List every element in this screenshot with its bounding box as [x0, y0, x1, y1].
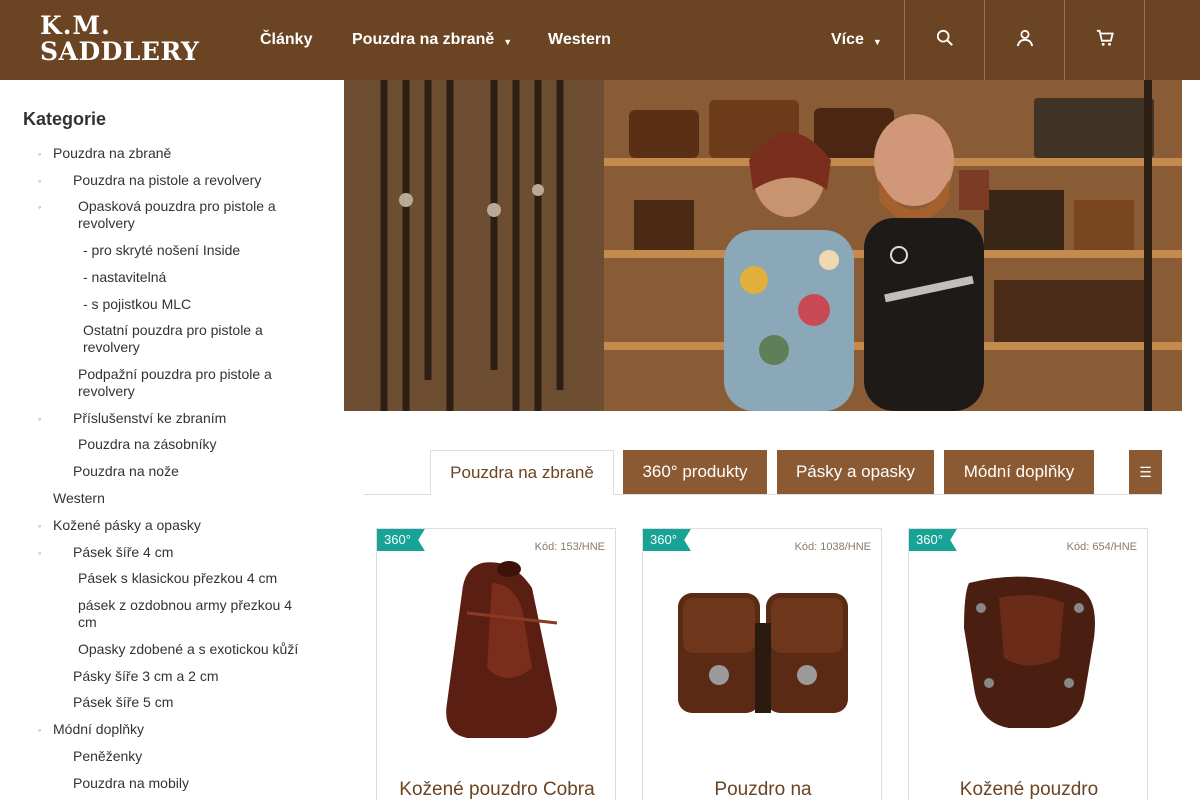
sidebar-item[interactable]: Opasková pouzdra pro pistole a revolvery: [78, 198, 298, 232]
sidebar-item[interactable]: pásek z ozdobnou army přezkou 4 cm: [78, 597, 300, 631]
tab-belts[interactable]: Pásky a opasky: [777, 450, 934, 494]
search-icon: [936, 29, 954, 52]
tab-fashion-accessories[interactable]: Módní doplňky: [944, 450, 1094, 494]
hamburger-icon: ☰: [1139, 463, 1152, 480]
sidebar-item[interactable]: Módní doplňky: [53, 721, 313, 738]
sidebar-item[interactable]: Pásek šíře 4 cm: [73, 544, 313, 561]
sidebar-item[interactable]: Opasky zdobené a s exotickou kůží: [78, 641, 308, 658]
product-card[interactable]: 360° Kód: 654/HNE Kožené pouzdro: [908, 528, 1148, 800]
bullet-icon: ◦: [38, 414, 42, 424]
360-badge: 360°: [643, 529, 691, 551]
product-code: Kód: 654/HNE: [1066, 541, 1137, 553]
product-card[interactable]: 360° Kód: 1038/HNE Pouzdro na: [642, 528, 882, 800]
nav-more-label: Více: [831, 31, 864, 48]
sidebar-item[interactable]: Peněženky: [73, 748, 313, 765]
logo-line-2: SADDLERY: [40, 37, 200, 66]
product-image[interactable]: [929, 553, 1129, 753]
bullet-icon: ◦: [38, 149, 42, 159]
site-logo[interactable]: K.M. SADDLERY: [40, 11, 200, 66]
sidebar-item[interactable]: Pásky šíře 3 cm a 2 cm: [73, 668, 313, 685]
nav-gun-holsters[interactable]: Pouzdra na zbraně ▼: [352, 31, 512, 49]
360-badge: 360°: [909, 529, 957, 551]
bullet-icon: ◦: [38, 521, 42, 531]
sidebar-item[interactable]: Ostatní pouzdra pro pistole a revolvery: [83, 322, 283, 356]
search-button[interactable]: [904, 0, 984, 80]
bullet-icon: ◦: [38, 548, 42, 558]
site-header: K.M. SADDLERY Články Pouzdra na zbraně ▼…: [0, 0, 1200, 80]
category-sidebar: Kategorie ◦ Pouzdra na zbraně ◦ Pouzdra …: [0, 80, 340, 800]
nav-gun-holsters-label: Pouzdra na zbraně: [352, 31, 495, 48]
sidebar-item[interactable]: Podpažní pouzdra pro pistole a revolvery: [78, 366, 298, 400]
sidebar-item[interactable]: Příslušenství ke zbraním: [73, 410, 313, 427]
tab-360-products[interactable]: 360° produkty: [623, 450, 767, 494]
sidebar-item[interactable]: - pro skryté nošení Inside: [83, 242, 303, 259]
sidebar-item[interactable]: Kožené pásky a opasky: [53, 517, 313, 534]
bullet-icon: ◦: [38, 176, 42, 186]
sidebar-item[interactable]: Pouzdra na mobily: [73, 775, 313, 792]
tab-gun-holsters[interactable]: Pouzdra na zbraně: [430, 450, 614, 495]
sidebar-item[interactable]: - s pojistkou MLC: [83, 296, 303, 313]
nav-western[interactable]: Western: [548, 31, 611, 49]
product-image[interactable]: [663, 553, 863, 753]
chevron-down-icon: ▼: [503, 36, 513, 47]
tabs-menu-button[interactable]: ☰: [1129, 450, 1162, 494]
sidebar-item[interactable]: Pouzdra na zbraně: [53, 145, 313, 162]
nav-more[interactable]: Více ▼: [831, 31, 882, 49]
sidebar-item[interactable]: Pásek šíře 5 cm: [73, 694, 313, 711]
nav-articles[interactable]: Články: [260, 31, 312, 49]
sidebar-item[interactable]: Pouzdra na zásobníky: [78, 436, 298, 453]
product-code: Kód: 1038/HNE: [794, 541, 871, 553]
product-title[interactable]: Pouzdro na: [643, 779, 883, 800]
sidebar-item[interactable]: Pouzdra na pistole a revolvery: [73, 172, 313, 189]
sidebar-item[interactable]: Pásek s klasickou přezkou 4 cm: [78, 570, 298, 587]
header-divider: [1144, 0, 1200, 80]
hero-banner-image: [344, 80, 1182, 411]
360-badge: 360°: [377, 529, 425, 551]
cart-button[interactable]: [1064, 0, 1144, 80]
product-title[interactable]: Kožené pouzdro Cobra: [377, 779, 617, 800]
product-title[interactable]: Kožené pouzdro: [909, 779, 1149, 800]
chevron-down-icon: ▼: [872, 36, 882, 47]
user-icon: [1016, 29, 1034, 52]
bullet-icon: ◦: [38, 725, 42, 735]
sidebar-item[interactable]: Western: [53, 490, 313, 507]
bullet-icon: ◦: [38, 202, 42, 212]
sidebar-item[interactable]: - nastavitelná: [83, 269, 303, 286]
product-code: Kód: 153/HNE: [534, 541, 605, 553]
product-image[interactable]: [397, 553, 597, 753]
cart-icon: [1096, 29, 1114, 52]
product-card[interactable]: 360° Kód: 153/HNE Kožené pouzdro Cobra: [376, 528, 616, 800]
sidebar-title: Kategorie: [23, 109, 107, 129]
account-button[interactable]: [984, 0, 1064, 80]
logo-line-1: K.M.: [40, 11, 111, 40]
sidebar-item[interactable]: Pouzdra na nože: [73, 463, 313, 480]
